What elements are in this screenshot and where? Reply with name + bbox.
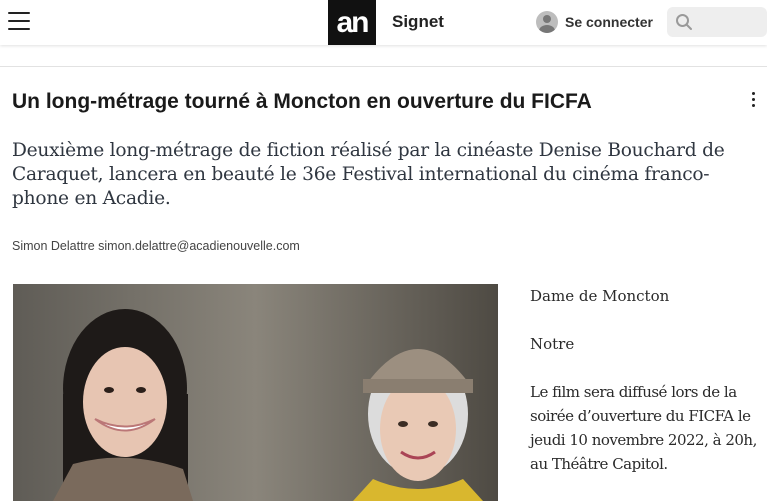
login-button[interactable]: Se connecter	[536, 11, 653, 33]
signet-link[interactable]: Signet	[392, 12, 444, 32]
article-subtitle: Deuxième long-métrage de fiction réalisé…	[12, 140, 725, 209]
search-icon	[676, 14, 692, 30]
search-box[interactable]	[667, 7, 767, 37]
login-label: Se connecter	[565, 14, 653, 30]
site-logo[interactable]: an	[328, 0, 376, 45]
paragraph: Dame de Moncton	[530, 287, 670, 305]
article-photo	[13, 284, 498, 501]
paragraph: Le film sera diffusé lors de la soirée d…	[530, 383, 757, 473]
article-byline: Simon Delattre simon.delattre@acadienouv…	[12, 239, 300, 253]
search-input[interactable]	[699, 14, 759, 30]
article-sidebar-text: Dame de Moncton Notre Le film sera diffu…	[530, 284, 762, 500]
header-divider	[0, 66, 767, 67]
paragraph: Notre	[530, 335, 575, 353]
user-avatar-icon	[536, 11, 558, 33]
top-bar: an Signet Se connecter	[0, 0, 767, 45]
hamburger-menu-icon[interactable]	[8, 12, 30, 32]
more-vertical-icon[interactable]	[748, 92, 758, 110]
article-title: Un long-métrage tourné à Moncton en ouve…	[12, 90, 592, 113]
